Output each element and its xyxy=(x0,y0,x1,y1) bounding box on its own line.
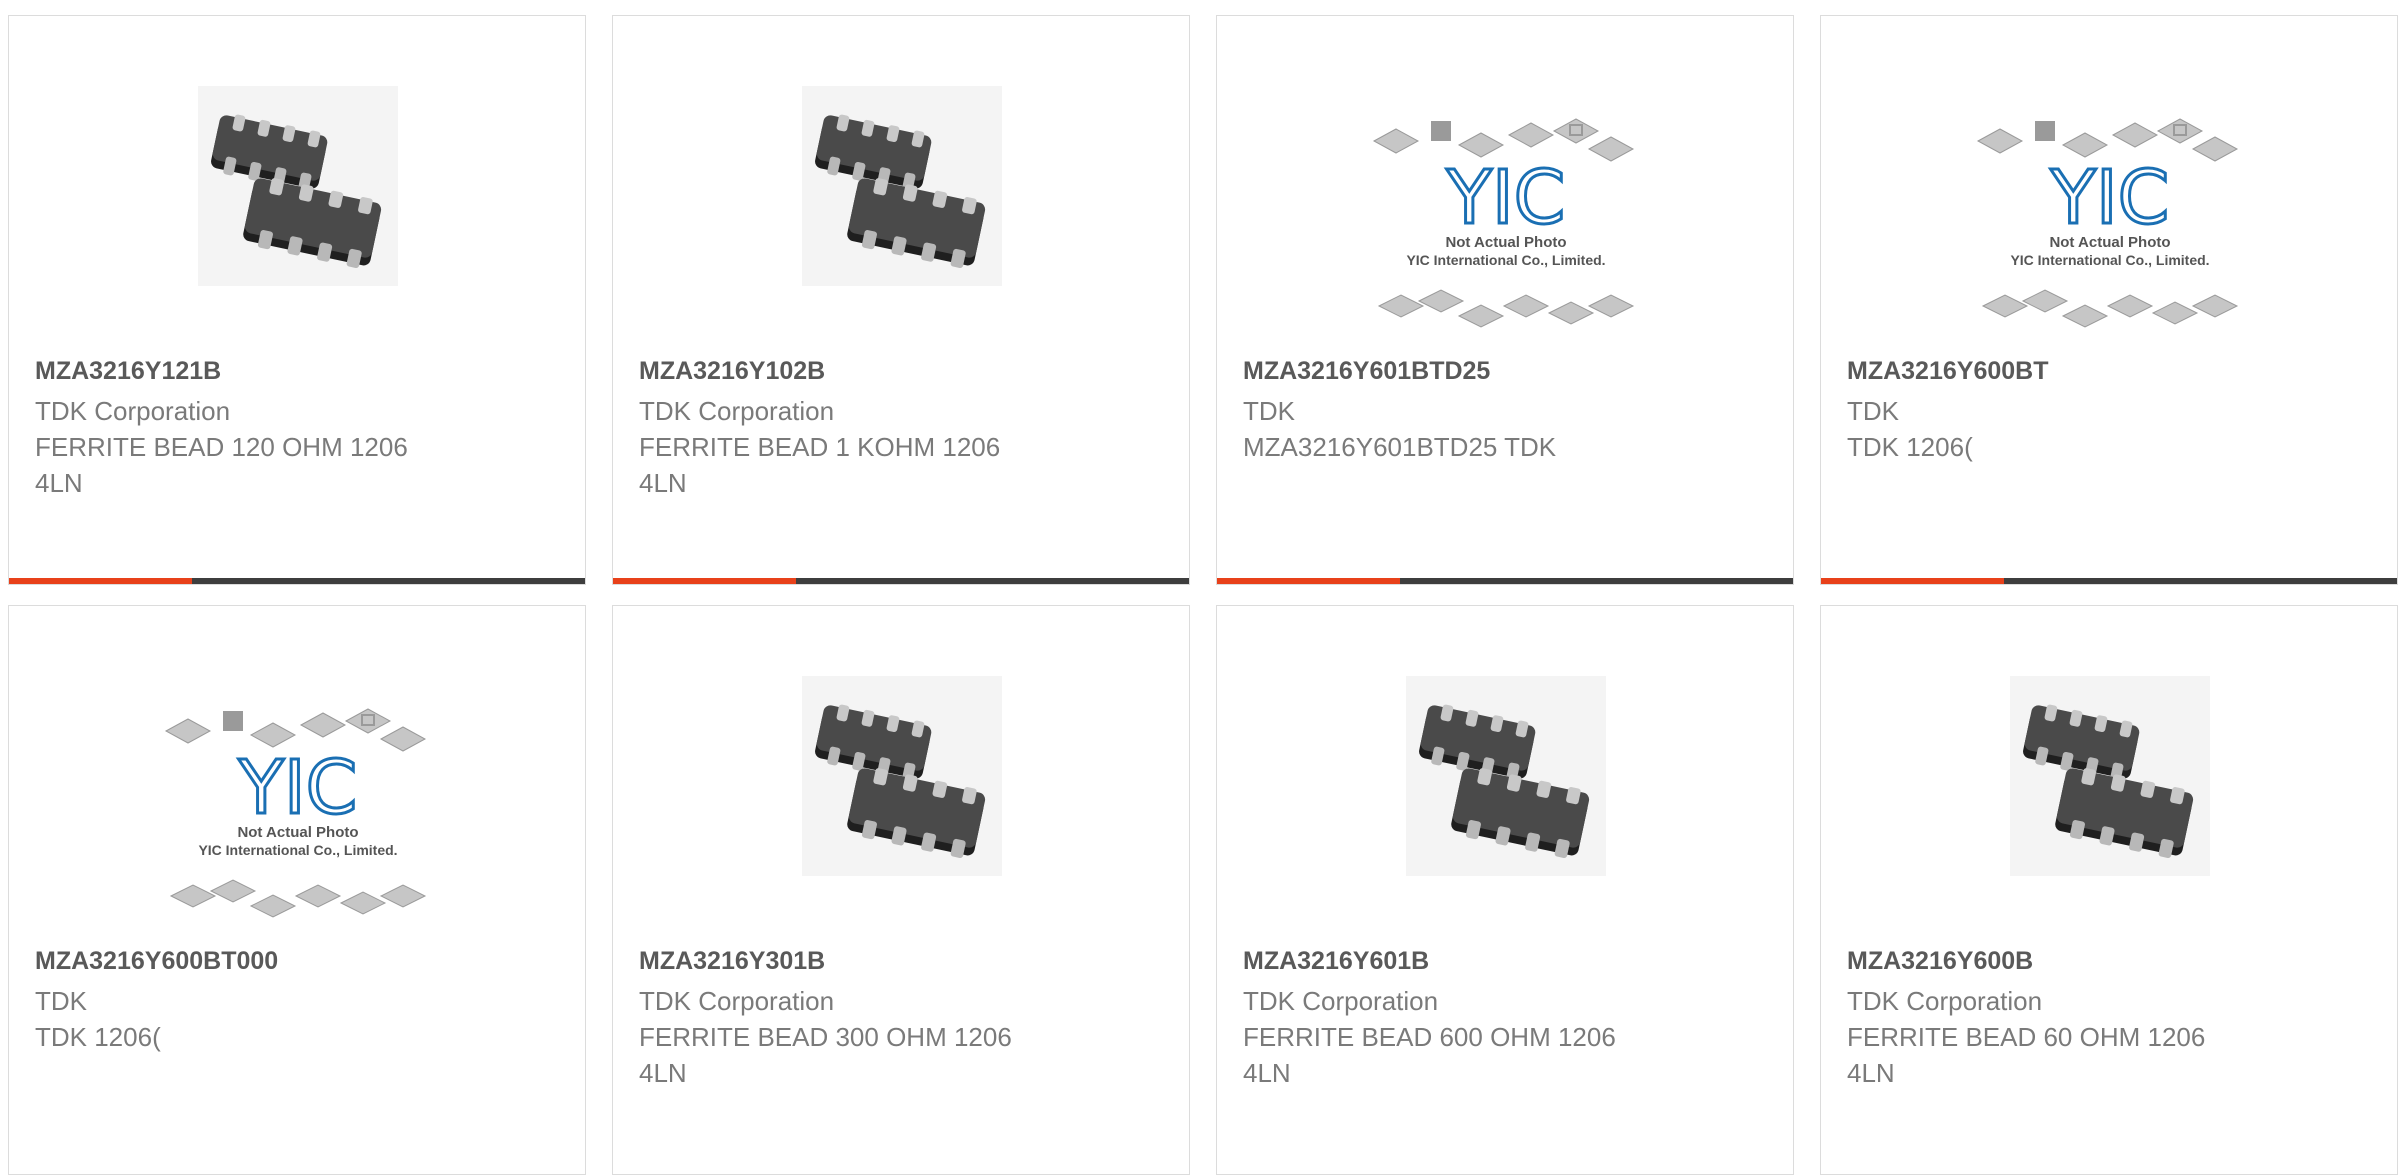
part-number[interactable]: MZA3216Y600BT xyxy=(1847,357,2048,386)
part-number[interactable]: MZA3216Y301B xyxy=(639,947,825,976)
description-line: FERRITE BEAD 1 KOHM 1206 xyxy=(639,432,1001,462)
product-card[interactable]: MZA3216Y601B TDK Corporation FERRITE BEAD … xyxy=(1216,605,1794,1175)
accent-bar xyxy=(1821,578,2004,584)
description-line: TDK 1206( xyxy=(35,1022,161,1052)
description-line: 4LN xyxy=(1243,1058,1291,1088)
manufacturer: TDK xyxy=(1847,396,1899,426)
manufacturer: TDK Corporation xyxy=(35,396,231,426)
svg-text:Not Actual Photo: Not Actual Photo xyxy=(237,824,358,841)
product-photo[interactable] xyxy=(802,676,1002,881)
accent-bar xyxy=(1217,578,1400,584)
manufacturer: TDK Corporation xyxy=(639,396,835,426)
product-card[interactable]: MZA3216Y121B TDK Corporation FERRITE BEAD … xyxy=(8,15,586,585)
part-number[interactable]: MZA3216Y121B xyxy=(35,357,221,386)
part-number[interactable]: MZA3216Y600BT000 xyxy=(35,947,278,976)
product-card[interactable]: MZA3216Y102B TDK Corporation FERRITE BEAD … xyxy=(612,15,1190,585)
description-line: 4LN xyxy=(639,468,687,498)
product-card[interactable]: YIC Not Actual Photo YIC International Co.… xyxy=(8,605,586,1175)
description-line: FERRITE BEAD 600 OHM 1206 xyxy=(1243,1022,1616,1052)
product-photo[interactable] xyxy=(1406,676,1606,881)
svg-text:YIC International Co., Limited: YIC International Co., Limited. xyxy=(1406,252,1605,268)
product-card[interactable]: YIC Not Actual Photo YIC International Co.… xyxy=(1820,15,2398,585)
product-photo[interactable] xyxy=(198,86,398,291)
card-bottom-bar xyxy=(1821,578,2397,584)
product-grid: MZA3216Y121B TDK Corporation FERRITE BEAD … xyxy=(0,0,2400,1175)
product-card[interactable]: YIC Not Actual Photo YIC International Co.… xyxy=(1216,15,1794,585)
product-photo[interactable] xyxy=(2010,676,2210,881)
product-card[interactable]: MZA3216Y301B TDK Corporation FERRITE BEAD … xyxy=(612,605,1190,1175)
svg-text:YIC: YIC xyxy=(2050,155,2170,241)
manufacturer: TDK Corporation xyxy=(1243,986,1439,1016)
description-line: TDK 1206( xyxy=(1847,432,1973,462)
svg-text:YIC: YIC xyxy=(238,745,358,831)
card-bottom-bar xyxy=(1217,578,1793,584)
accent-bar xyxy=(613,578,796,584)
part-number[interactable]: MZA3216Y601B xyxy=(1243,947,1429,976)
description-line: 4LN xyxy=(639,1058,687,1088)
manufacturer: TDK Corporation xyxy=(1847,986,2043,1016)
manufacturer: TDK xyxy=(35,986,87,1016)
placeholder-image[interactable]: YIC Not Actual Photo YIC International Co.… xyxy=(158,691,438,941)
part-number[interactable]: MZA3216Y600B xyxy=(1847,947,2033,976)
placeholder-image[interactable]: YIC Not Actual Photo YIC International Co.… xyxy=(1970,101,2250,351)
product-photo[interactable] xyxy=(802,86,1002,291)
description-line: FERRITE BEAD 60 OHM 1206 xyxy=(1847,1022,2206,1052)
svg-text:YIC International Co., Limited: YIC International Co., Limited. xyxy=(2010,252,2209,268)
svg-text:Not Actual Photo: Not Actual Photo xyxy=(1445,234,1566,251)
part-number[interactable]: MZA3216Y601BTD25 xyxy=(1243,357,1490,386)
description-line: FERRITE BEAD 300 OHM 1206 xyxy=(639,1022,1012,1052)
product-card[interactable]: MZA3216Y600B TDK Corporation FERRITE BEAD … xyxy=(1820,605,2398,1175)
svg-text:YIC: YIC xyxy=(1446,155,1566,241)
manufacturer: TDK xyxy=(1243,396,1295,426)
description-line: FERRITE BEAD 120 OHM 1206 xyxy=(35,432,408,462)
part-number[interactable]: MZA3216Y102B xyxy=(639,357,825,386)
svg-text:Not Actual Photo: Not Actual Photo xyxy=(2049,234,2170,251)
card-bottom-bar xyxy=(9,578,585,584)
description-line: MZA3216Y601BTD25 TDK xyxy=(1243,432,1557,462)
description-line: 4LN xyxy=(35,468,83,498)
description-line: 4LN xyxy=(1847,1058,1895,1088)
card-bottom-bar xyxy=(613,578,1189,584)
manufacturer: TDK Corporation xyxy=(639,986,835,1016)
placeholder-image[interactable]: YIC Not Actual Photo YIC International Co.… xyxy=(1366,101,1646,351)
svg-text:YIC International Co., Limited: YIC International Co., Limited. xyxy=(198,842,397,858)
accent-bar xyxy=(9,578,192,584)
